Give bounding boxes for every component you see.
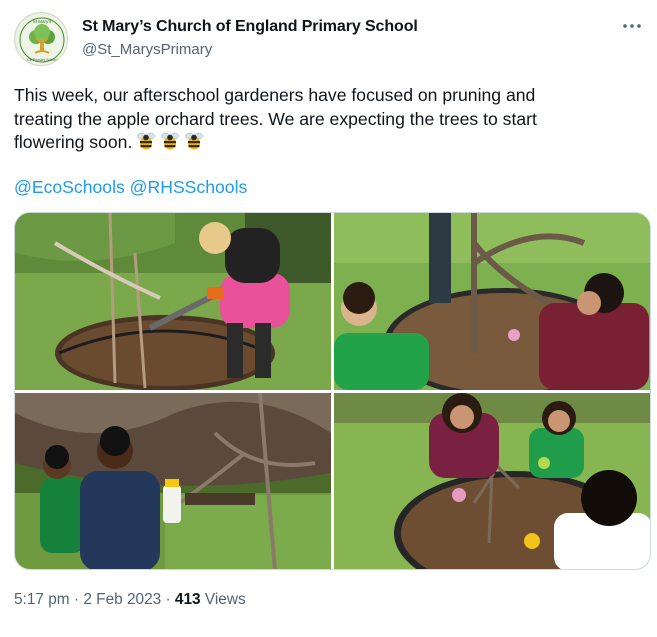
mentions: @EcoSchools @RHSSchools [14, 176, 247, 199]
photo-2[interactable] [334, 213, 650, 390]
tweet-text: This week, our afterschool gardeners hav… [14, 84, 634, 155]
tweet-meta: 5:17 pm · 2 Feb 2023 · 413 Views [14, 591, 246, 609]
account-name[interactable]: St Mary’s Church of England Primary Scho… [82, 18, 418, 36]
meta-separator: · [165, 591, 171, 608]
views-count: 413 [174, 591, 201, 608]
views-label: Views [204, 591, 246, 608]
tweet-text-line: treating the apple orchard trees. We are… [14, 108, 537, 129]
photo-1[interactable] [15, 213, 331, 390]
meta-separator: · [73, 591, 80, 608]
tweet-text-line: flowering soon. [14, 132, 133, 152]
bee-icon [184, 131, 204, 151]
mention-rhsschools-link[interactable]: @RHSSchools [130, 177, 248, 197]
mention-ecoschools-link[interactable]: @EcoSchools [14, 177, 125, 197]
more-horizontal-icon [623, 24, 641, 28]
tweet-text-line: This week, our afterschool gardeners hav… [14, 85, 536, 105]
avatar-label: St Mary's [33, 19, 52, 24]
media-grid [14, 212, 651, 570]
photo-3[interactable] [15, 393, 331, 569]
tweet-date[interactable]: 2 Feb 2023 [83, 591, 161, 608]
bee-icon [136, 131, 156, 151]
school-logo-icon: St Mary's CE Primary School [16, 14, 67, 65]
photo-4[interactable] [334, 393, 650, 569]
bee-icon [160, 131, 180, 151]
avatar-sub-label: CE Primary School [27, 58, 57, 62]
account-handle[interactable]: @St_MarysPrimary [82, 41, 212, 58]
tweet-time[interactable]: 5:17 pm [14, 591, 70, 608]
profile-avatar[interactable]: St Mary's CE Primary School [14, 12, 68, 66]
more-options-button[interactable] [620, 14, 644, 38]
tweet-header: St Mary's CE Primary School St Mary’s Ch… [14, 12, 644, 68]
tweet-text-line-last: flowering soon. [14, 131, 634, 155]
